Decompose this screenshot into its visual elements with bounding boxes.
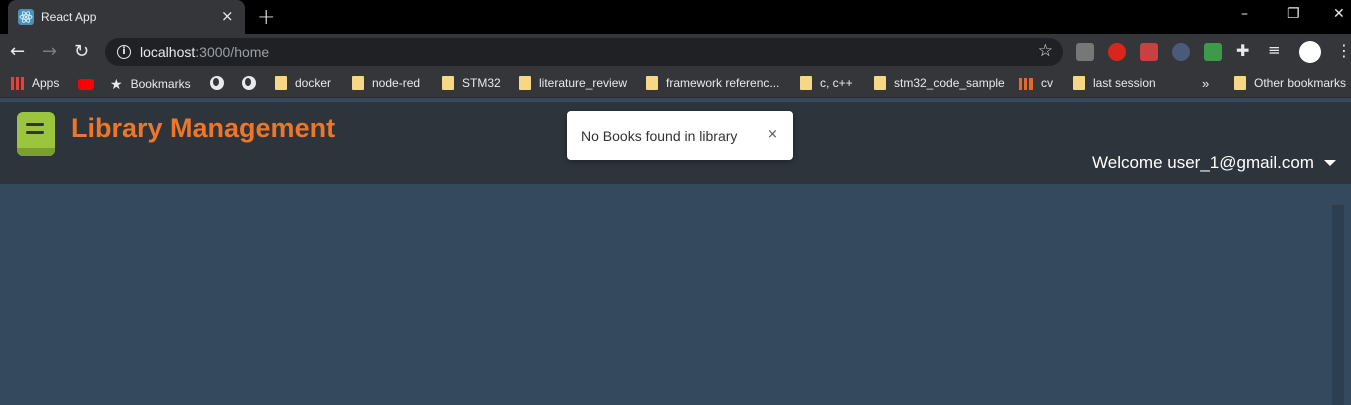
toast-message: No Books found in library [581, 128, 738, 144]
folder-icon [352, 76, 364, 90]
bookmark-docker[interactable]: docker [275, 76, 331, 92]
bookmark-stm32[interactable]: STM32 [442, 76, 501, 92]
menu-icon[interactable]: ⋮ [1336, 41, 1351, 60]
cors-icon[interactable] [1204, 43, 1222, 61]
folder-icon [442, 76, 454, 90]
folder-icon [800, 76, 812, 90]
avatar[interactable] [1299, 41, 1321, 63]
globe-icon [242, 76, 256, 90]
new-tab-button[interactable]: + [257, 5, 275, 30]
toast-notification: No Books found in library × [567, 111, 793, 160]
bookmark-apps[interactable]: Apps [11, 76, 59, 92]
bookmark-literature-review[interactable]: literature_review [519, 76, 627, 92]
extension-icon[interactable] [1172, 43, 1190, 61]
address-bar[interactable]: i localhost:3000/home ☆ [105, 38, 1063, 66]
folder-icon [874, 76, 886, 90]
bookmark-stm32-code-sample[interactable]: stm32_code_sample [874, 76, 1005, 92]
bookmark-youtube[interactable] [78, 76, 102, 92]
minimize-icon[interactable]: – [1241, 6, 1248, 22]
tab-close-icon[interactable]: × [221, 8, 234, 24]
folder-icon [646, 76, 658, 90]
reload-icon[interactable]: ↻ [74, 41, 89, 62]
info-icon[interactable]: i [117, 45, 131, 59]
close-window-icon[interactable]: ✕ [1333, 6, 1345, 22]
extension-icon[interactable] [1140, 43, 1158, 61]
tab-react-app[interactable]: React App × [8, 0, 245, 34]
main-content [0, 184, 1351, 405]
bookmark-bookmarks[interactable]: ★ Bookmarks [110, 76, 191, 92]
bookmark-cv[interactable]: cv [1019, 76, 1053, 92]
bookmark-other-bookmarks[interactable]: Other bookmarks [1234, 76, 1346, 92]
folder-icon [275, 76, 287, 90]
toast-close-icon[interactable]: × [767, 127, 778, 142]
bookmark-star-icon[interactable]: ☆ [1038, 41, 1053, 61]
puzzle-icon[interactable]: ✚ [1236, 41, 1249, 60]
tab-title: React App [41, 10, 97, 24]
forward-icon[interactable]: → [42, 41, 57, 62]
media-queue-icon[interactable]: ≡ [1268, 41, 1281, 59]
caret-down-icon[interactable] [1324, 160, 1336, 166]
star-icon: ★ [110, 76, 123, 92]
url-text[interactable]: localhost:3000/home [140, 44, 269, 60]
globe-icon [210, 76, 224, 90]
welcome-user-menu[interactable]: Welcome user_1@gmail.com [1092, 153, 1314, 173]
bookmark-last-session[interactable]: last session [1073, 76, 1156, 92]
browser-toolbar: ← → ↻ i localhost:3000/home ☆ ✚ ≡ ⋮ [0, 34, 1351, 70]
youtube-icon [78, 79, 94, 90]
app-title[interactable]: Library Management [71, 113, 335, 144]
restore-icon[interactable]: ❐ [1287, 6, 1300, 22]
bookmarks-overflow-icon[interactable]: » [1202, 76, 1209, 92]
tab-strip: React App × + – ❐ ✕ [0, 0, 1351, 34]
bookmark-c-cpp[interactable]: c, c++ [800, 76, 853, 92]
folder-icon [519, 76, 531, 90]
bookmark-node-red[interactable]: node-red [352, 76, 420, 92]
react-icon [18, 9, 34, 25]
extension-icon[interactable] [1076, 43, 1094, 61]
back-icon[interactable]: ← [10, 41, 25, 62]
chart-icon [1019, 78, 1033, 90]
scrollbar[interactable] [1332, 205, 1344, 405]
bookmark-globe[interactable] [210, 76, 232, 92]
book-icon [17, 112, 55, 156]
folder-icon [1234, 76, 1246, 90]
bookmarks-bar: Apps ★ Bookmarks docker node-red STM32 li… [0, 70, 1351, 98]
bookmark-globe[interactable] [242, 76, 264, 92]
adblock-icon[interactable] [1108, 43, 1126, 61]
bookmark-framework-reference[interactable]: framework referenc... [646, 76, 779, 92]
folder-icon [1073, 76, 1085, 90]
apps-icon [11, 77, 24, 90]
